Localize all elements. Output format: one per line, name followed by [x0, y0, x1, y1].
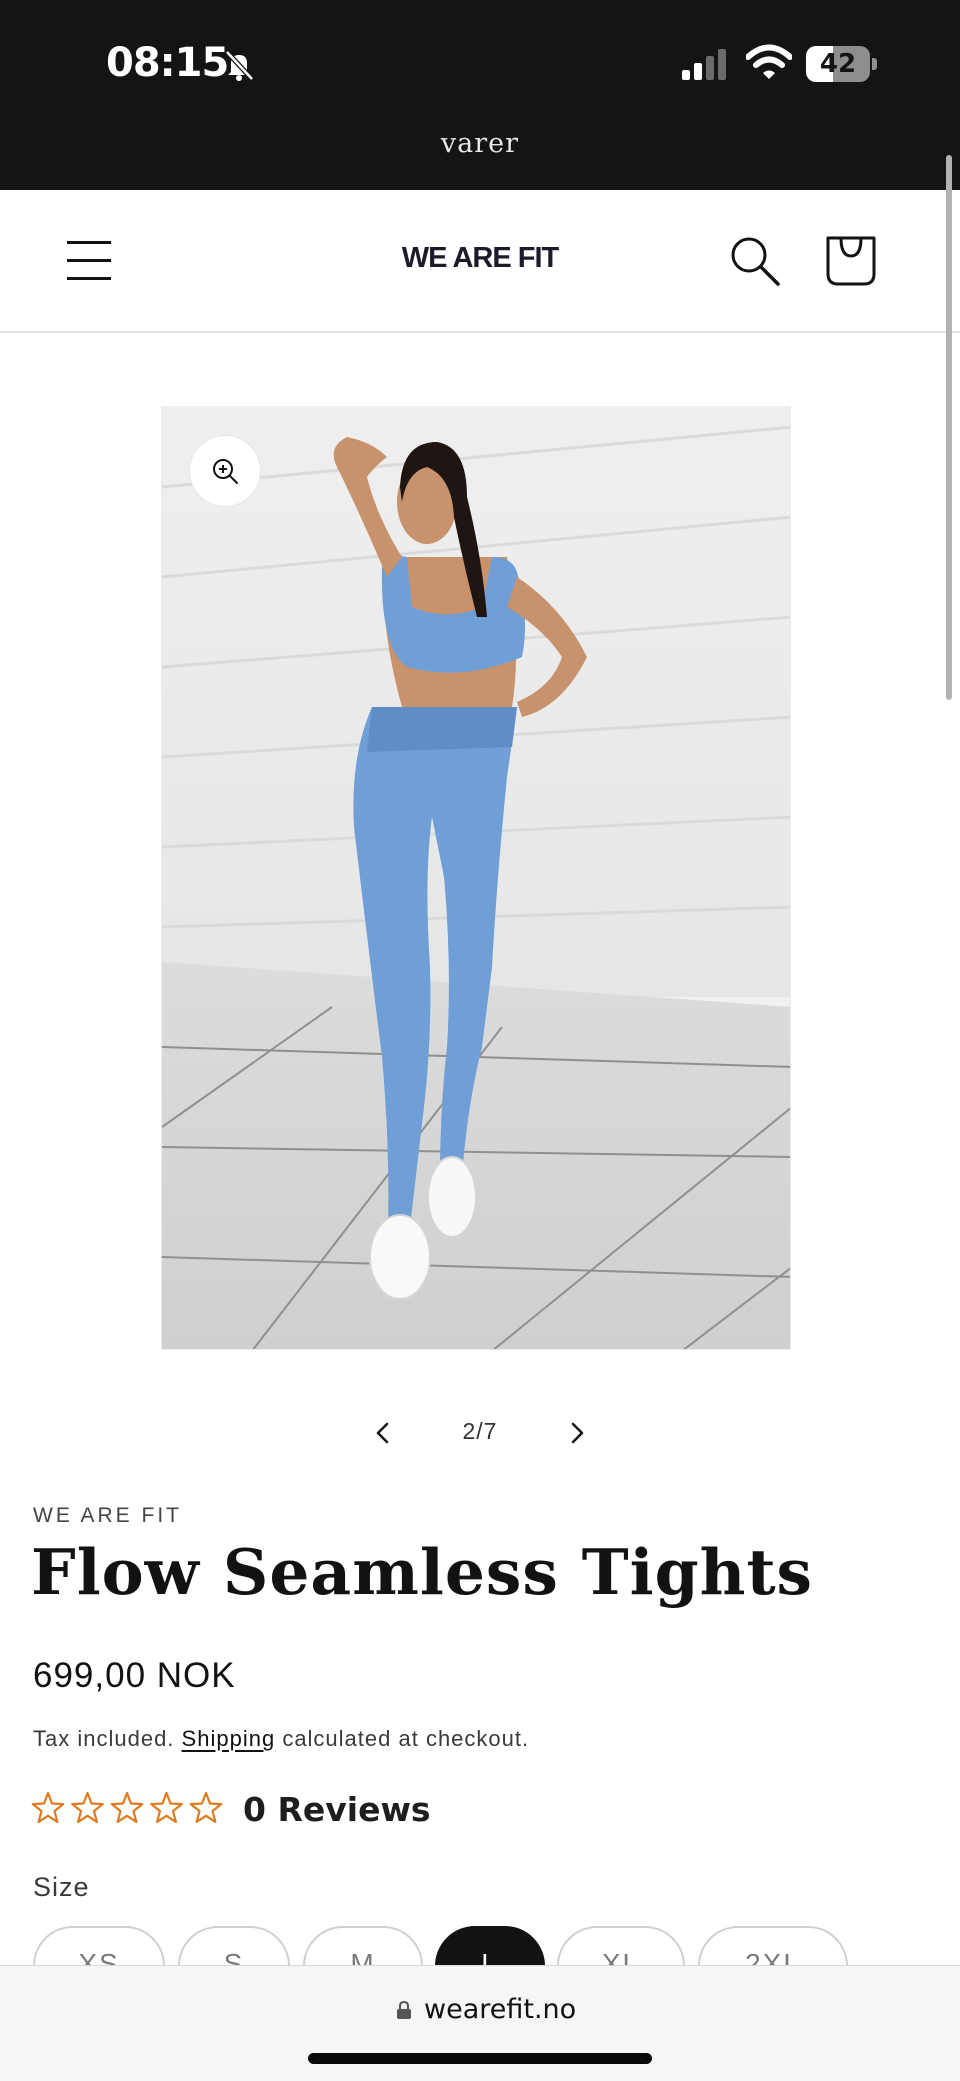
size-option-2xl[interactable]: 2XL [698, 1926, 848, 1965]
lock-icon [397, 2000, 411, 2019]
zoom-in-icon [213, 459, 238, 484]
site-header: WE ARE FIT [0, 190, 960, 333]
home-indicator[interactable] [308, 2053, 652, 2064]
browser-tab-title: varer [440, 128, 520, 159]
star-icon[interactable] [71, 1791, 104, 1824]
search-icon[interactable] [726, 232, 782, 288]
slide-counter: 2/7 [462, 1418, 498, 1444]
size-option-xs[interactable]: XS [33, 1926, 165, 1965]
star-rating[interactable] [30, 1788, 226, 1828]
browser-address-bar[interactable]: wearefit.no [0, 1965, 960, 2081]
wifi-icon [746, 44, 792, 79]
previous-slide-icon[interactable] [366, 1416, 400, 1450]
star-icon[interactable] [110, 1791, 144, 1824]
tax-note-prefix: Tax included. [33, 1726, 175, 1751]
star-icon[interactable] [31, 1791, 65, 1824]
size-option-s[interactable]: S [178, 1926, 290, 1965]
url-text[interactable]: wearefit.no [424, 1994, 576, 2025]
next-slide-icon[interactable] [560, 1416, 594, 1450]
status-time: 08:15 [106, 40, 229, 86]
star-icon[interactable] [150, 1791, 183, 1824]
zoom-button[interactable] [190, 436, 260, 506]
battery-level: 42 [819, 49, 857, 79]
product-title: Flow Seamless Tights [31, 1535, 814, 1609]
size-option-l[interactable]: L [435, 1926, 545, 1965]
product-price: 699,00 NOK [33, 1656, 236, 1695]
shipping-link[interactable]: Shipping [182, 1726, 276, 1751]
tax-note: Tax included. Shipping calculated at che… [33, 1726, 529, 1752]
product-vendor: WE ARE FIT [33, 1504, 183, 1527]
star-icon[interactable] [189, 1791, 223, 1824]
bell-slash-icon [225, 50, 254, 81]
battery-indicator: 42 [806, 46, 877, 82]
tax-note-suffix: calculated at checkout. [282, 1726, 530, 1751]
cellular-signal-icon [682, 49, 726, 80]
menu-icon[interactable] [62, 238, 116, 284]
page-scrollbar[interactable] [946, 155, 952, 700]
size-option-xl[interactable]: XL [557, 1926, 685, 1965]
status-bar: 08:15 42 varer [0, 0, 960, 190]
size-options: XS S M L XL 2XL [0, 1925, 960, 1965]
reviews-count[interactable]: 0 Reviews [243, 1790, 431, 1829]
product-image[interactable] [161, 406, 791, 1350]
size-label: Size [33, 1872, 90, 1902]
size-option-m[interactable]: M [303, 1926, 423, 1965]
site-logo[interactable]: WE ARE FIT [330, 242, 630, 275]
cart-icon[interactable] [822, 228, 880, 288]
